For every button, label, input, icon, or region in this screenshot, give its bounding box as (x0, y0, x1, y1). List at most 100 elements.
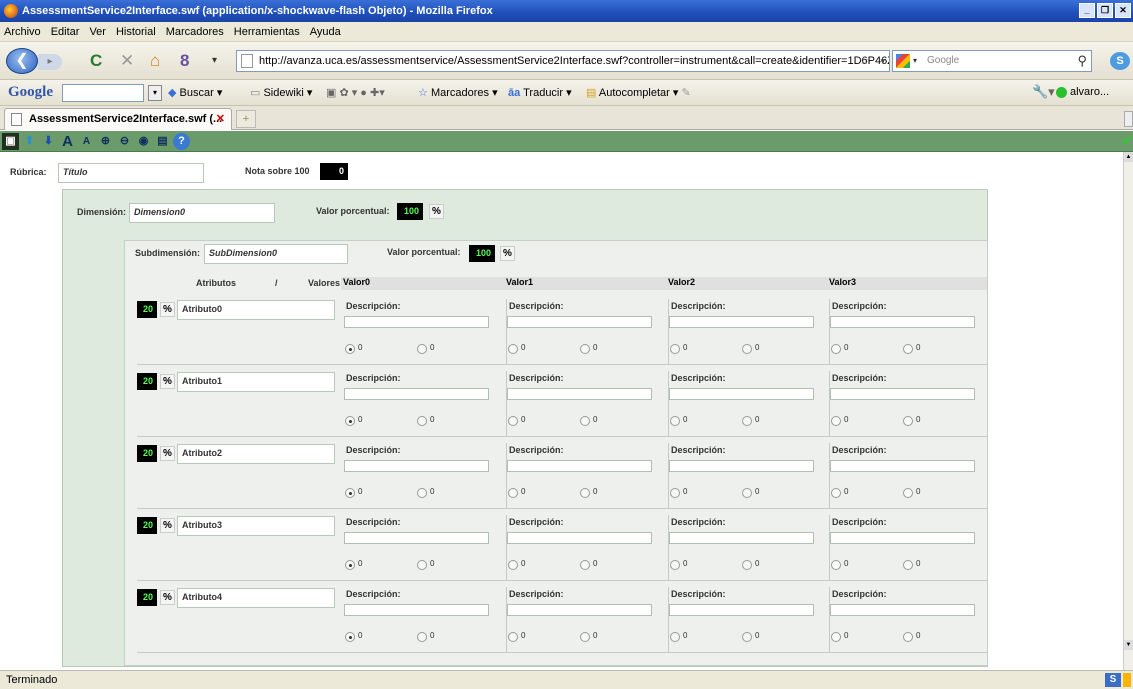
description-input[interactable] (344, 388, 489, 400)
google-search-input[interactable] (62, 84, 144, 102)
description-input[interactable] (830, 532, 975, 544)
attribute-name-input[interactable]: Atributo1 (177, 372, 335, 392)
value-radio[interactable] (508, 560, 518, 570)
scroll-up-icon[interactable]: ▲ (1124, 152, 1133, 162)
move-up-icon[interactable]: ⬆ (21, 133, 38, 150)
attribute-percent-button[interactable]: % (160, 374, 175, 389)
vertical-scrollbar[interactable]: ▲ ▼ (1123, 152, 1133, 670)
google-sidewiki[interactable]: ▭ Sidewiki ▾ (250, 86, 312, 99)
help-icon[interactable]: ? (173, 133, 190, 150)
value-radio[interactable] (508, 632, 518, 642)
value-radio[interactable] (580, 632, 590, 642)
value-radio[interactable] (580, 416, 590, 426)
value-radio[interactable] (831, 344, 841, 354)
google-autocompletar[interactable]: ▤ Autocompletar ▾ ✎ (586, 86, 691, 99)
url-dropdown-icon[interactable]: ▾ (880, 51, 885, 71)
menu-historial[interactable]: Historial (116, 26, 156, 38)
value-radio[interactable] (345, 560, 355, 570)
value-radio[interactable] (742, 560, 752, 570)
menu-ayuda[interactable]: Ayuda (310, 26, 341, 38)
dimension-name-input[interactable]: Dimension0 (129, 203, 275, 223)
menu-archivo[interactable]: Archivo (4, 26, 41, 38)
wrench-icon[interactable]: 🔧▾ (1032, 84, 1055, 100)
close-button[interactable]: ✕ (1115, 3, 1131, 18)
value-radio[interactable] (670, 416, 680, 426)
value-radio[interactable] (742, 632, 752, 642)
bookmark-star-icon[interactable]: ☆ (859, 51, 869, 71)
google-user[interactable]: alvaro... (1070, 86, 1109, 98)
rubric-title-input[interactable]: Título (58, 163, 204, 183)
minimize-button[interactable]: _ (1079, 3, 1095, 18)
value-radio[interactable] (670, 344, 680, 354)
description-input[interactable] (669, 532, 814, 544)
attribute-name-input[interactable]: Atributo2 (177, 444, 335, 464)
value-radio[interactable] (417, 560, 427, 570)
menu-marcadores[interactable]: Marcadores (166, 26, 224, 38)
tab-active[interactable]: AssessmentService2Interface.swf (... ✕ (4, 108, 232, 130)
description-input[interactable] (830, 316, 975, 328)
search-box[interactable]: ▾ Google ⚲ (892, 50, 1092, 72)
value-radio[interactable] (742, 488, 752, 498)
value-radio[interactable] (345, 632, 355, 642)
value-radio[interactable] (903, 416, 913, 426)
description-input[interactable] (830, 604, 975, 616)
value-radio[interactable] (831, 416, 841, 426)
zoom-out-icon[interactable]: ⊖ (116, 133, 133, 150)
description-input[interactable] (830, 460, 975, 472)
maximize-button[interactable]: ❐ (1097, 3, 1113, 18)
subdimension-name-input[interactable]: SubDimension0 (204, 244, 348, 264)
value-radio[interactable] (831, 488, 841, 498)
addon-icon[interactable]: S (1110, 52, 1130, 70)
save-icon[interactable]: ▣ (2, 133, 19, 150)
new-tab-button[interactable]: + (236, 110, 256, 128)
menu-ver[interactable]: Ver (89, 26, 106, 38)
description-input[interactable] (344, 532, 489, 544)
value-radio[interactable] (417, 632, 427, 642)
back-button[interactable]: ❮ (6, 48, 38, 74)
google-icons-group[interactable]: ▣ ✿ ▾ ● ✚▾ (326, 86, 385, 99)
value-radio[interactable] (670, 560, 680, 570)
menu-editar[interactable]: Editar (51, 26, 80, 38)
url-bar[interactable]: http://avanza.uca.es/assessmentservice/A… (236, 50, 890, 72)
description-input[interactable] (507, 604, 652, 616)
description-input[interactable] (507, 460, 652, 472)
attribute-name-input[interactable]: Atributo3 (177, 516, 335, 536)
stop-icon[interactable]: ✕ (120, 51, 134, 71)
attribute-percent-button[interactable]: % (160, 446, 175, 461)
tab-close-icon[interactable]: ✕ (216, 109, 225, 129)
font-small-icon[interactable]: A (78, 133, 95, 150)
description-input[interactable] (669, 460, 814, 472)
zoom-in-icon[interactable]: ⊕ (97, 133, 114, 150)
dimension-percent-button[interactable]: % (429, 204, 444, 219)
description-input[interactable] (507, 388, 652, 400)
value-radio[interactable] (580, 488, 590, 498)
google-dropdown-icon[interactable]: ▾ (148, 85, 162, 101)
engine-dropdown-icon[interactable]: ▾ (913, 51, 917, 71)
value-radio[interactable] (670, 632, 680, 642)
value-radio[interactable] (417, 416, 427, 426)
attribute-percent-button[interactable]: % (160, 518, 175, 533)
description-input[interactable] (669, 604, 814, 616)
description-input[interactable] (507, 532, 652, 544)
value-radio[interactable] (345, 344, 355, 354)
reload-icon[interactable]: C (90, 51, 102, 71)
value-radio[interactable] (670, 488, 680, 498)
addon-status-icon[interactable]: S (1105, 673, 1121, 687)
attribute-name-input[interactable]: Atributo0 (177, 300, 335, 320)
value-radio[interactable] (345, 488, 355, 498)
description-input[interactable] (669, 388, 814, 400)
description-input[interactable] (669, 316, 814, 328)
forward-button[interactable]: ▸ (38, 54, 62, 70)
google-marcadores[interactable]: ☆ Marcadores ▾ (418, 86, 498, 99)
move-down-icon[interactable]: ⬇ (40, 133, 57, 150)
attribute-percent-button[interactable]: % (160, 302, 175, 317)
history-dropdown-icon[interactable]: ▾ (212, 51, 217, 71)
font-large-icon[interactable]: A (59, 133, 76, 150)
value-radio[interactable] (742, 344, 752, 354)
preview-icon[interactable]: ◉ (135, 133, 152, 150)
description-input[interactable] (830, 388, 975, 400)
google-traducir[interactable]: āa Traducir ▾ (508, 86, 572, 99)
value-radio[interactable] (831, 632, 841, 642)
value-radio[interactable] (580, 344, 590, 354)
description-input[interactable] (344, 604, 489, 616)
